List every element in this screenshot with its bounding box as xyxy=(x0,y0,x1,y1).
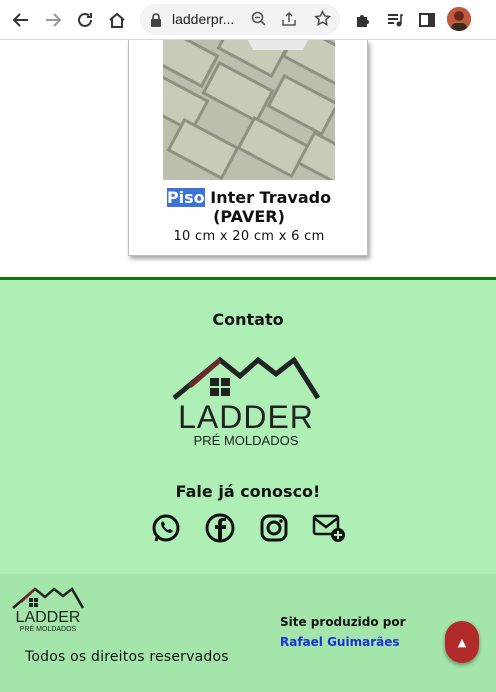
footer-logo-text: LADDER xyxy=(16,609,81,626)
product-card[interactable]: Piso Inter Travado (PAVER) 10 cm x 20 cm… xyxy=(128,40,368,256)
site-footer: LADDER PRÉ MOLDADOS Todos os direitos re… xyxy=(0,574,496,692)
instagram-icon[interactable] xyxy=(258,512,290,544)
email-add-icon[interactable] xyxy=(312,512,345,544)
url-text[interactable]: ladderpr... xyxy=(172,11,234,27)
product-dimensions: 10 cm x 20 cm x 6 cm xyxy=(173,229,325,244)
browser-toolbar: ladderpr... xyxy=(0,0,496,40)
product-title-line2: (PAVER) xyxy=(213,207,285,226)
share-icon[interactable] xyxy=(281,11,297,31)
footer-logo-subtext: PRÉ MOLDADOS xyxy=(20,624,77,632)
footer-logo[interactable]: LADDER PRÉ MOLDADOS xyxy=(12,586,85,633)
contact-title: Contato xyxy=(212,310,284,329)
media-icon[interactable] xyxy=(382,7,408,33)
profile-avatar[interactable] xyxy=(447,7,471,31)
logo-subtext: PRÉ MOLDADOS xyxy=(194,433,299,448)
credit-label: Site produzido por xyxy=(280,615,406,629)
whatsapp-icon[interactable] xyxy=(150,512,182,544)
back-icon[interactable] xyxy=(8,7,34,33)
ladder-logo[interactable]: LADDER PRÉ MOLDADOS xyxy=(172,356,321,452)
lock-icon[interactable] xyxy=(150,12,162,31)
logo-text: LADDER xyxy=(178,399,314,435)
contact-section: Contato LADDER PRÉ MOLDADOS Fale já cono… xyxy=(0,277,496,574)
forward-icon[interactable] xyxy=(40,7,66,33)
extensions-icon[interactable] xyxy=(350,7,376,33)
product-image[interactable] xyxy=(163,40,335,180)
back-to-top-button[interactable]: ▲ xyxy=(445,621,479,663)
arrow-up-icon: ▲ xyxy=(457,635,467,649)
zoom-icon[interactable] xyxy=(251,11,267,31)
reload-icon[interactable] xyxy=(72,7,98,33)
bookmark-star-icon[interactable] xyxy=(314,9,331,31)
highlighted-text: Piso xyxy=(166,188,205,207)
product-title[interactable]: Piso Inter Travado (PAVER) xyxy=(129,188,369,226)
address-bar[interactable]: ladderpr... xyxy=(140,4,340,35)
product-title-rest: Inter Travado xyxy=(204,188,332,207)
credit-link[interactable]: Rafael Guimarães xyxy=(280,635,400,649)
facebook-icon[interactable] xyxy=(204,512,236,544)
sidepanel-icon[interactable] xyxy=(414,7,440,33)
copyright-text: Todos os direitos reservados xyxy=(25,649,229,665)
contact-cta: Fale já conosco! xyxy=(175,482,321,501)
home-icon[interactable] xyxy=(104,7,130,33)
